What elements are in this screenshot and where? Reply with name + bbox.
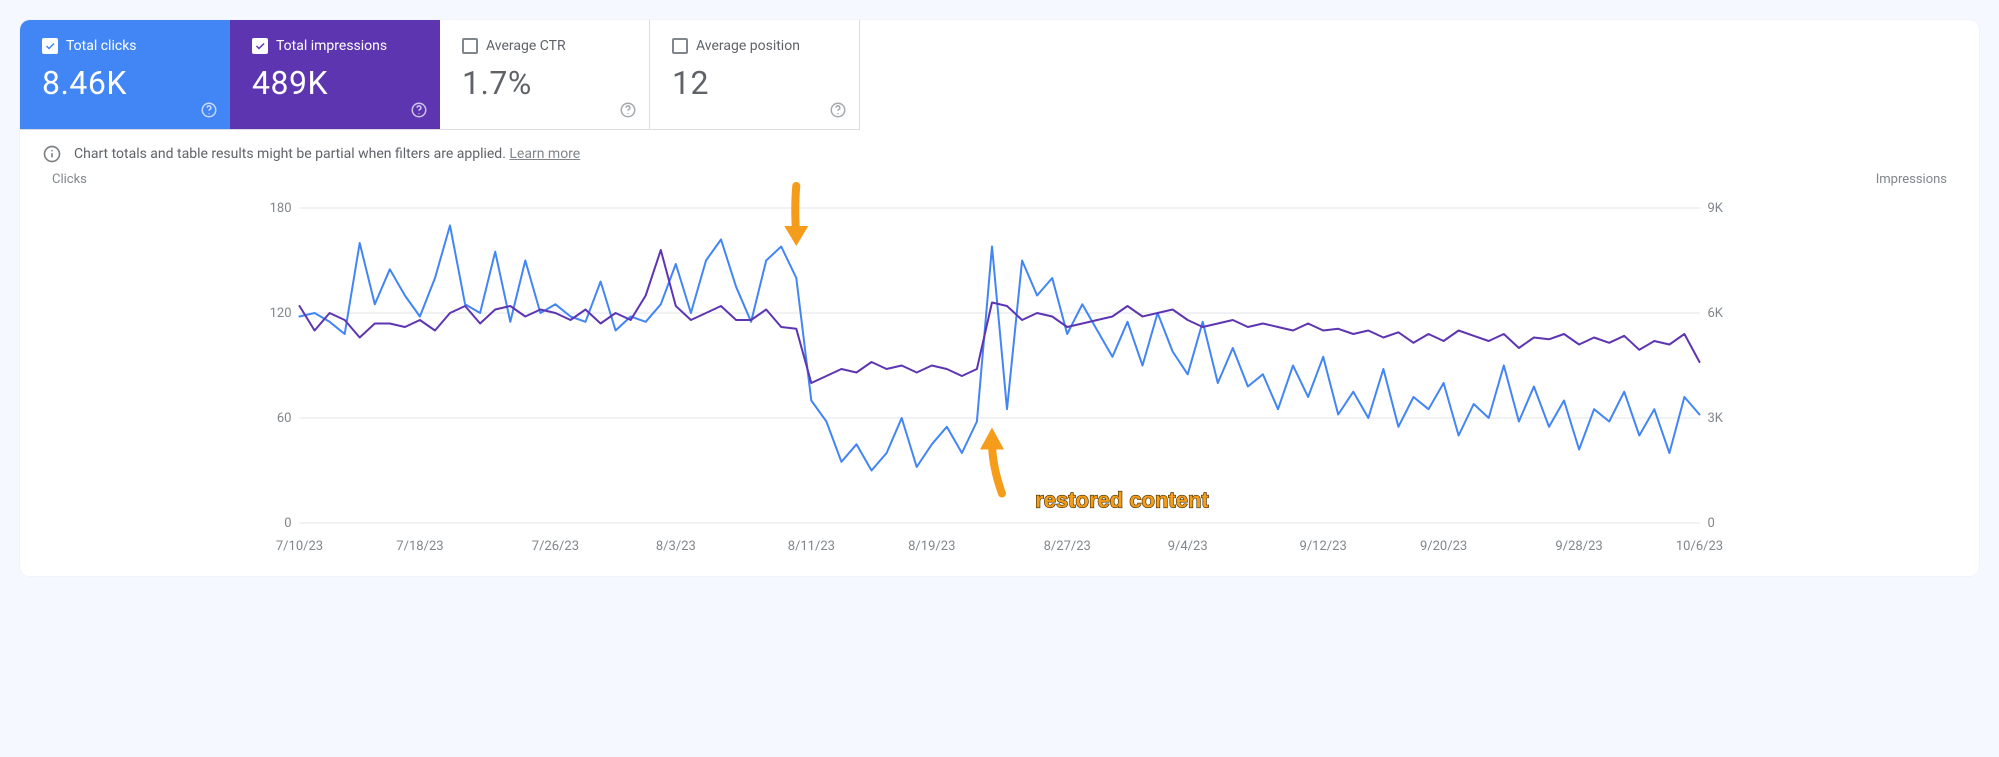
svg-text:7/10/23: 7/10/23 xyxy=(276,539,323,554)
metric-tiles-row: Total clicks 8.46K Total impressions 489K Av… xyxy=(20,20,1979,130)
help-icon[interactable] xyxy=(200,101,218,119)
help-icon[interactable] xyxy=(410,101,428,119)
svg-text:8/11/23: 8/11/23 xyxy=(788,539,835,554)
metric-value: 8.46K xyxy=(42,64,208,102)
svg-text:180: 180 xyxy=(270,201,292,216)
metric-label: Average position xyxy=(696,38,800,54)
checkbox-icon xyxy=(462,38,478,54)
svg-text:9/20/23: 9/20/23 xyxy=(1420,539,1467,554)
left-axis-title: Clicks xyxy=(52,172,87,187)
partial-data-notice: Chart totals and table results might be … xyxy=(20,130,1979,168)
svg-text:60: 60 xyxy=(277,411,292,426)
svg-text:0: 0 xyxy=(1708,516,1715,531)
svg-text:10/6/23: 10/6/23 xyxy=(1676,539,1723,554)
metric-label: Total impressions xyxy=(276,38,387,54)
svg-text:8/3/23: 8/3/23 xyxy=(656,539,696,554)
notice-text: Chart totals and table results might be … xyxy=(74,146,580,162)
metric-tile-impressions[interactable]: Total impressions 489K xyxy=(230,20,440,130)
metric-label: Average CTR xyxy=(486,38,566,54)
checkbox-icon xyxy=(672,38,688,54)
performance-chart: Clicks Impressions 0 0 60 3K 120 6K 180 9K 7/10/… xyxy=(20,168,1979,558)
chart-svg: 0 0 60 3K 120 6K 180 9K 7/10/23 7/18/23 7/26/23 8/3… xyxy=(42,178,1957,558)
metric-tile-clicks[interactable]: Total clicks 8.46K xyxy=(20,20,230,130)
svg-text:7/18/23: 7/18/23 xyxy=(396,539,443,554)
svg-text:3K: 3K xyxy=(1708,411,1724,426)
metric-tile-position[interactable]: Average position 12 xyxy=(650,20,860,130)
svg-text:7/26/23: 7/26/23 xyxy=(532,539,579,554)
info-icon xyxy=(42,144,62,164)
right-axis-title: Impressions xyxy=(1876,172,1947,187)
svg-text:9/4/23: 9/4/23 xyxy=(1168,539,1208,554)
performance-card: Total clicks 8.46K Total impressions 489K Av… xyxy=(20,20,1979,576)
svg-text:6K: 6K xyxy=(1708,306,1724,321)
metric-value: 12 xyxy=(672,64,837,102)
learn-more-link[interactable]: Learn more xyxy=(509,146,580,162)
svg-text:120: 120 xyxy=(270,306,292,321)
annotation-removed-content: removed content xyxy=(668,178,846,179)
metric-label: Total clicks xyxy=(66,38,137,54)
annotation-restored-content: restored content xyxy=(1035,488,1209,513)
svg-text:8/27/23: 8/27/23 xyxy=(1044,539,1091,554)
svg-text:9/12/23: 9/12/23 xyxy=(1300,539,1347,554)
svg-text:0: 0 xyxy=(284,516,291,531)
svg-text:9/28/23: 9/28/23 xyxy=(1555,539,1602,554)
help-icon[interactable] xyxy=(829,101,847,119)
metric-tile-ctr[interactable]: Average CTR 1.7% xyxy=(440,20,650,130)
help-icon[interactable] xyxy=(619,101,637,119)
metric-value: 1.7% xyxy=(462,64,627,102)
series-clicks xyxy=(300,226,1700,471)
svg-text:8/19/23: 8/19/23 xyxy=(908,539,955,554)
metric-value: 489K xyxy=(252,64,418,102)
svg-text:9K: 9K xyxy=(1708,201,1724,216)
checkbox-icon xyxy=(252,38,268,54)
checkbox-icon xyxy=(42,38,58,54)
